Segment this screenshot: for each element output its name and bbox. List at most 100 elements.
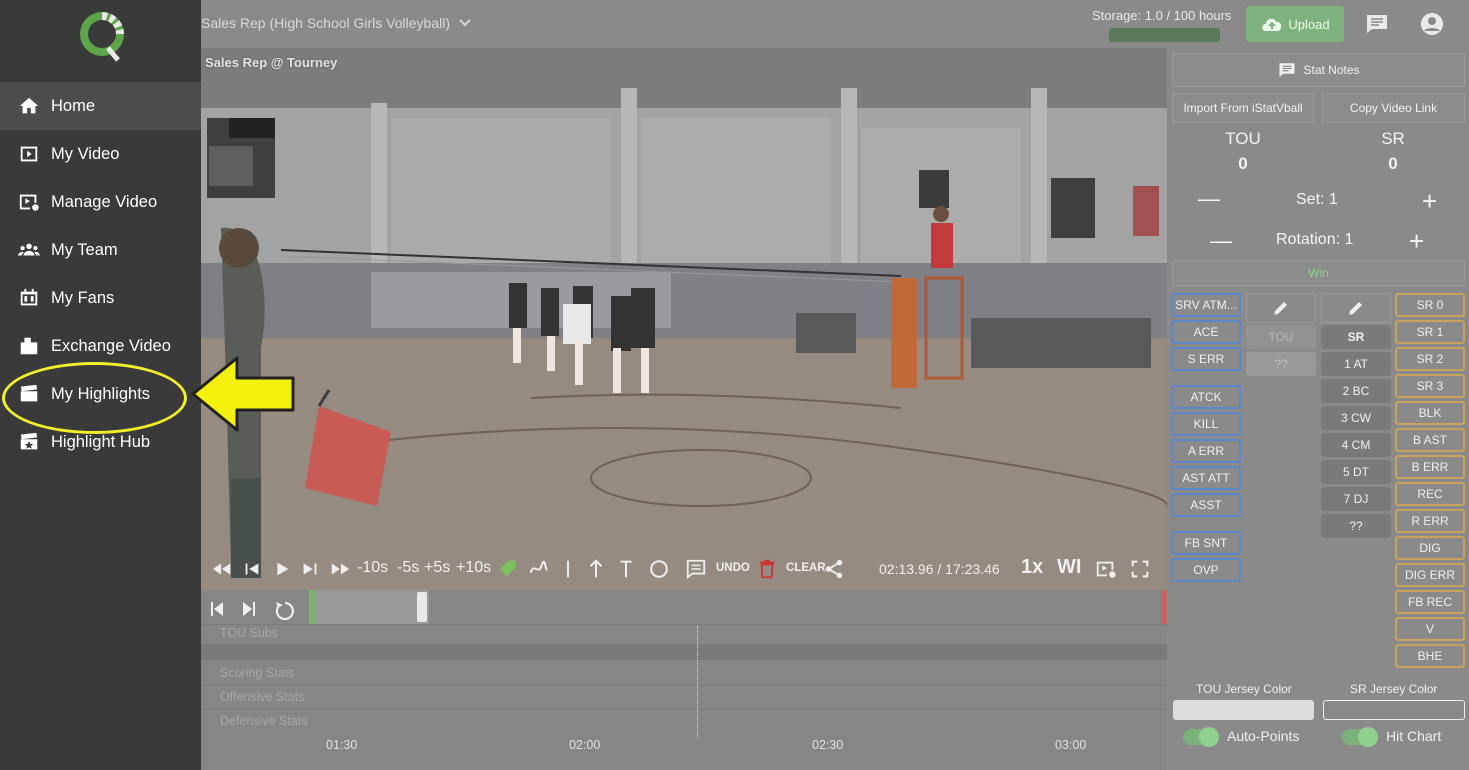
stat-sr3-button[interactable]: SR 3 bbox=[1395, 374, 1465, 398]
share-icon[interactable] bbox=[823, 558, 845, 580]
set-decrement-button[interactable]: — bbox=[1198, 186, 1220, 212]
stat-fb-reception-button[interactable]: FB REC bbox=[1395, 590, 1465, 614]
tou-player-button[interactable]: ?? bbox=[1246, 352, 1316, 376]
timeline-scrubber-window[interactable] bbox=[309, 590, 429, 624]
stat-reception-error-button[interactable]: R ERR bbox=[1395, 509, 1465, 533]
stat-overpass-button[interactable]: OVP bbox=[1171, 558, 1241, 582]
undo-button[interactable]: UNDO bbox=[716, 562, 750, 574]
skip-to-end-icon[interactable] bbox=[243, 602, 255, 616]
sidebar-item-my-video[interactable]: My Video bbox=[0, 130, 201, 178]
import-istatvball-button[interactable]: Import From iStatVball bbox=[1172, 93, 1314, 123]
sidebar-item-my-fans[interactable]: My Fans bbox=[0, 274, 201, 322]
copy-video-link-button[interactable]: Copy Video Link bbox=[1322, 93, 1465, 123]
stat-attack-button[interactable]: ATCK bbox=[1171, 385, 1241, 409]
timeline-tick: 03:00 bbox=[1055, 738, 1087, 752]
stat-sr1-button[interactable]: SR 1 bbox=[1395, 320, 1465, 344]
cloud-upload-icon bbox=[1262, 18, 1282, 31]
edit-sr-roster-button[interactable] bbox=[1321, 293, 1391, 323]
clear-button[interactable]: CLEAR bbox=[786, 562, 826, 574]
skip-to-start-icon[interactable] bbox=[211, 602, 223, 616]
stat-block-error-button[interactable]: B ERR bbox=[1395, 455, 1465, 479]
stat-dig-error-button[interactable]: DIG ERR bbox=[1395, 563, 1465, 587]
sr-player-button[interactable]: SR bbox=[1321, 325, 1391, 349]
circle-tool-icon[interactable] bbox=[648, 558, 670, 580]
comment-icon[interactable] bbox=[685, 558, 707, 580]
wi-button[interactable]: WI bbox=[1057, 556, 1081, 579]
stat-sr2-button[interactable]: SR 2 bbox=[1395, 347, 1465, 371]
rotation-decrement-button[interactable]: — bbox=[1210, 228, 1232, 254]
stat-fb-sent-button[interactable]: FB SNT bbox=[1171, 531, 1241, 555]
freehand-draw-icon[interactable] bbox=[527, 558, 549, 580]
stat-assist-button[interactable]: ASST bbox=[1171, 493, 1241, 517]
manage-video-icon bbox=[18, 191, 40, 213]
arrow-tool-icon[interactable] bbox=[585, 558, 607, 580]
team-selector[interactable]: Sales Rep (High School Girls Volleyball) bbox=[201, 15, 472, 31]
video-settings-icon[interactable] bbox=[1095, 558, 1117, 580]
skip-forward-5-button[interactable]: +5s bbox=[424, 559, 450, 577]
stat-block-assist-button[interactable]: B AST bbox=[1395, 428, 1465, 452]
step-forward-icon[interactable] bbox=[299, 558, 321, 580]
play-icon[interactable] bbox=[271, 558, 293, 580]
sr-player-button[interactable]: 7 DJ bbox=[1321, 487, 1391, 511]
sidebar-item-label: Highlight Hub bbox=[51, 432, 151, 451]
stat-reception-button[interactable]: REC bbox=[1395, 482, 1465, 506]
fullscreen-icon[interactable] bbox=[1129, 558, 1151, 580]
stat-violation-button[interactable]: V bbox=[1395, 617, 1465, 641]
tag-icon[interactable] bbox=[497, 558, 519, 580]
sidebar-item-home[interactable]: Home bbox=[0, 82, 201, 130]
stat-notes-button[interactable]: Stat Notes bbox=[1172, 53, 1465, 87]
set-increment-button[interactable]: + bbox=[1422, 186, 1437, 217]
sidebar-item-my-team[interactable]: My Team bbox=[0, 226, 201, 274]
fast-rewind-icon[interactable] bbox=[211, 558, 233, 580]
t-bar-tool-icon[interactable] bbox=[615, 558, 637, 580]
message-icon[interactable] bbox=[1365, 12, 1389, 36]
tou-jersey-color-swatch[interactable] bbox=[1173, 700, 1314, 720]
stat-ace-button[interactable]: ACE bbox=[1171, 320, 1241, 344]
video-time-readout: 02:13.96 / 17:23.46 bbox=[879, 561, 1000, 577]
team-right-name: SR bbox=[1381, 129, 1405, 148]
playback-speed-button[interactable]: 1x bbox=[1021, 556, 1043, 579]
sr-player-button[interactable]: 3 CW bbox=[1321, 406, 1391, 430]
stat-block-button[interactable]: BLK bbox=[1395, 401, 1465, 425]
stat-ball-handling-error-button[interactable]: BHE bbox=[1395, 644, 1465, 668]
stat-serve-error-button[interactable]: S ERR bbox=[1171, 347, 1241, 371]
stat-attack-error-button[interactable]: A ERR bbox=[1171, 439, 1241, 463]
timeline-playhead bbox=[697, 626, 698, 738]
tou-player-button[interactable]: TOU bbox=[1246, 325, 1316, 349]
stat-srv-attempt-button[interactable]: SRV ATM... bbox=[1171, 293, 1241, 317]
sr-player-button[interactable]: 4 CM bbox=[1321, 433, 1391, 457]
rotation-increment-button[interactable]: + bbox=[1409, 226, 1424, 257]
stat-kill-button[interactable]: KILL bbox=[1171, 412, 1241, 436]
fast-forward-icon[interactable] bbox=[329, 558, 351, 580]
timeline-tick: 02:00 bbox=[569, 738, 601, 752]
app-logo-icon[interactable] bbox=[78, 10, 126, 64]
sidebar-item-label: My Fans bbox=[51, 288, 115, 307]
video-player[interactable]: Sales Rep @ Tourney -10s -5s +5s +10s UN… bbox=[201, 48, 1167, 590]
timeline[interactable]: TOU Subs Scoring Stats Offensive Stats D… bbox=[201, 590, 1167, 770]
stat-dig-button[interactable]: DIG bbox=[1395, 536, 1465, 560]
edit-tou-roster-button[interactable] bbox=[1246, 293, 1316, 323]
hit-chart-toggle[interactable] bbox=[1342, 727, 1378, 747]
stat-assist-attempt-button[interactable]: AST ATT bbox=[1171, 466, 1241, 490]
sidebar-item-label: Home bbox=[51, 96, 96, 115]
upload-button[interactable]: Upload bbox=[1246, 6, 1344, 42]
stat-sr0-button[interactable]: SR 0 bbox=[1395, 293, 1465, 317]
sr-player-button[interactable]: 1 AT bbox=[1321, 352, 1391, 376]
sr-player-button[interactable]: ?? bbox=[1321, 514, 1391, 538]
replay-icon[interactable] bbox=[275, 601, 294, 620]
sr-player-button[interactable]: 5 DT bbox=[1321, 460, 1391, 484]
sr-player-button[interactable]: 2 BC bbox=[1321, 379, 1391, 403]
skip-back-10-button[interactable]: -10s bbox=[357, 559, 388, 577]
auto-points-toggle[interactable] bbox=[1183, 727, 1219, 747]
timeline-scrubber-handle[interactable] bbox=[417, 592, 427, 622]
account-icon[interactable] bbox=[1420, 12, 1444, 36]
step-back-icon[interactable] bbox=[241, 558, 263, 580]
skip-back-5-button[interactable]: -5s bbox=[397, 559, 419, 577]
line-tool-icon[interactable] bbox=[557, 558, 579, 580]
trash-icon[interactable] bbox=[756, 558, 778, 580]
win-button[interactable]: Win bbox=[1172, 260, 1465, 286]
sidebar-item-manage-video[interactable]: Manage Video bbox=[0, 178, 201, 226]
sr-jersey-color-swatch[interactable] bbox=[1323, 700, 1465, 720]
timeline-row-scoring-stats: Scoring Stats bbox=[201, 666, 1167, 686]
skip-forward-10-button[interactable]: +10s bbox=[456, 559, 491, 577]
